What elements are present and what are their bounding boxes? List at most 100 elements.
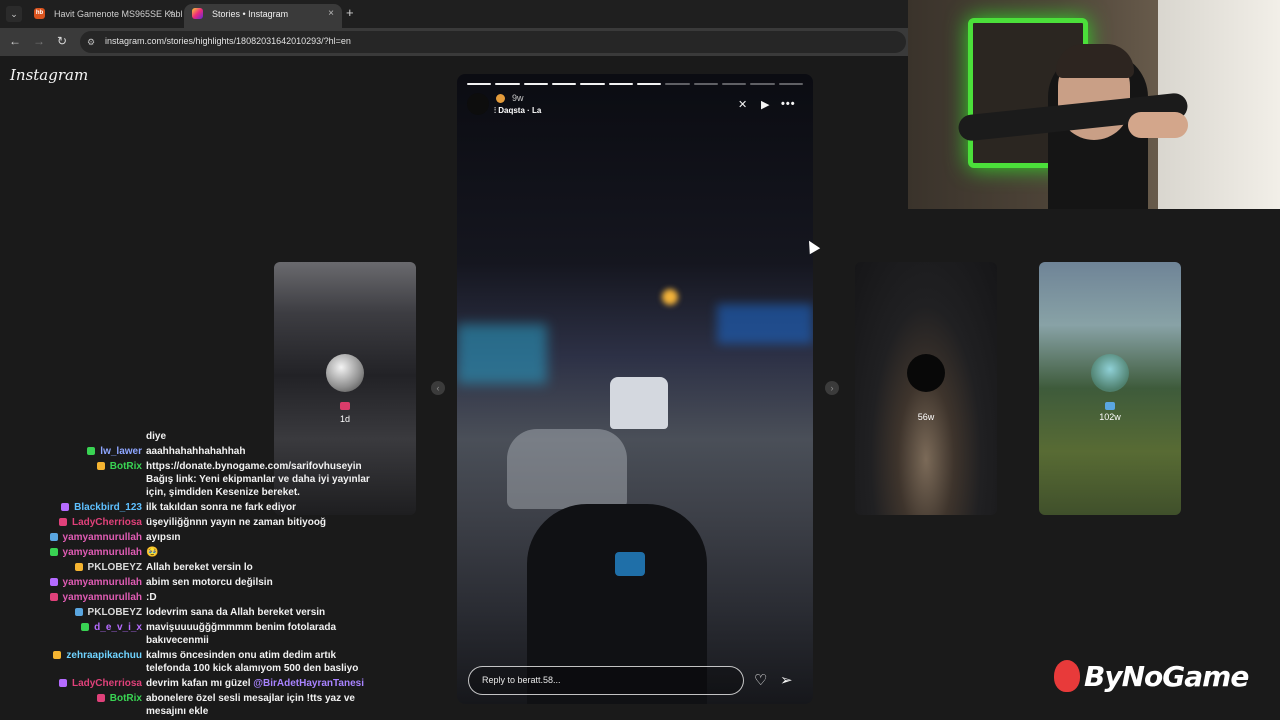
chat-text: devrim kafan mı güzel @BirAdetHayranTane… xyxy=(146,677,376,690)
next-story-chevron-icon[interactable]: › xyxy=(825,381,839,395)
story-preview-right-2[interactable]: 102w xyxy=(1039,262,1181,515)
story-progress-segment xyxy=(467,83,492,85)
chat-username[interactable]: yamyamnurullah xyxy=(63,531,142,544)
chat-text: Allah bereket versin lo xyxy=(146,561,376,574)
story-progress-segment xyxy=(551,83,577,85)
story-preview-right-1[interactable]: 56w xyxy=(855,262,997,515)
chat-username[interactable]: LadyCherriosa xyxy=(72,516,142,529)
story-emoji-icon xyxy=(496,94,505,103)
chat-text-body: aaahhahahhahahhah xyxy=(146,446,246,457)
story-preview-avatar xyxy=(907,354,945,392)
browser-toolbar: ← → ↻ ⚙ instagram.com/stories/highlights… xyxy=(0,28,910,56)
chat-mention[interactable]: @BirAdetHayranTanesi xyxy=(253,678,364,689)
instagram-logo[interactable]: Instagram xyxy=(10,66,88,84)
webcam-streamer-hand xyxy=(1128,112,1188,138)
story-time: 9w xyxy=(512,93,524,103)
chat-username[interactable]: lw_lawer xyxy=(100,445,142,458)
chat-badge-icon xyxy=(61,503,70,511)
back-arrow-icon[interactable]: ← xyxy=(9,34,21,48)
chat-badge-icon xyxy=(87,447,96,455)
chat-badge-icon xyxy=(81,623,90,631)
chat-badge-icon xyxy=(49,593,58,601)
mute-icon[interactable]: ✕ xyxy=(738,98,747,111)
address-bar[interactable]: ⚙ instagram.com/stories/highlights/18082… xyxy=(80,31,906,53)
close-icon[interactable]: × xyxy=(328,4,334,24)
story-preview-avatar xyxy=(326,354,364,392)
chat-text: ayıpsın xyxy=(146,531,376,544)
chat-text-body: abonelere özel sesli mesajlar için !tts … xyxy=(146,693,355,717)
chat-username[interactable]: BotRix xyxy=(110,692,142,705)
url-text: instagram.com/stories/highlights/1808203… xyxy=(105,36,351,46)
chat-badge-icon xyxy=(74,608,83,616)
chat-text-body: üşeyiliğğnnn yayın ne zaman bitiyooğ xyxy=(146,517,327,528)
chat-text-body: devrim kafan mı güzel xyxy=(146,678,254,689)
story-progress-segment xyxy=(750,83,775,85)
chevron-down-icon[interactable]: ⌄ xyxy=(6,6,22,22)
chat-badge-icon xyxy=(49,548,58,556)
previous-story-chevron-icon[interactable]: ‹ xyxy=(431,381,445,395)
story-image-car xyxy=(610,377,668,429)
chat-username[interactable]: Blackbird_123 xyxy=(74,501,142,514)
chat-username[interactable]: yamyamnurullah xyxy=(63,591,142,604)
chat-text-body: kalmıs öncesinden onu atim dedim artık t… xyxy=(146,650,359,674)
story-audio-label[interactable]: ⫶ Daqsta · La xyxy=(494,106,541,116)
bynogame-wordmark: ByNoGame xyxy=(1084,660,1249,693)
chat-badge-icon xyxy=(49,533,58,541)
story-image-neon xyxy=(717,304,813,344)
forward-arrow-icon[interactable]: → xyxy=(33,34,45,48)
chat-text-body: :D xyxy=(146,592,157,603)
story-preview-time: 1d xyxy=(339,414,350,424)
chat-username[interactable]: PKLOBEYZ xyxy=(88,606,142,619)
story-preview-avatar xyxy=(1091,354,1129,392)
heart-icon[interactable]: ♡ xyxy=(754,671,767,689)
chat-badge-icon xyxy=(58,518,67,526)
chat-text: :D xyxy=(146,591,376,604)
audio-wave-icon: ⫶ xyxy=(494,106,496,115)
tab-instagram[interactable]: Stories • Instagram × xyxy=(184,4,342,28)
more-options-icon[interactable]: ••• xyxy=(781,98,796,110)
bynogame-mark-icon xyxy=(1054,660,1080,692)
reload-icon[interactable]: ↻ xyxy=(57,34,67,48)
chat-badge-icon xyxy=(74,563,83,571)
chat-username[interactable]: BotRix xyxy=(110,460,142,473)
chat-text-body: Allah bereket versin lo xyxy=(146,562,253,573)
chat-text: üşeyiliğğnnn yayın ne zaman bitiyooğ xyxy=(146,516,376,529)
chat-username[interactable]: d_e_v_i_x xyxy=(94,621,142,634)
chat-text: aaahhahahhahahhah xyxy=(146,445,376,458)
send-icon[interactable]: ➢ xyxy=(780,671,793,689)
story-progress-segment xyxy=(636,83,662,85)
story-progress-bar xyxy=(467,83,803,85)
chat-text-body: https://donate.bynogame.com/sarifovhusey… xyxy=(146,461,370,498)
chat-text: mavişuuuuğğğmmmm benim fotolarada bakıve… xyxy=(146,621,376,647)
close-icon[interactable]: × xyxy=(168,4,174,24)
chat-username[interactable]: yamyamnurullah xyxy=(63,546,142,559)
story-progress-segment xyxy=(523,83,548,85)
chat-username[interactable]: yamyamnurullah xyxy=(63,576,142,589)
tab-title: Stories • Instagram xyxy=(212,9,289,19)
chat-text: lodevrim sana da Allah bereket versin xyxy=(146,606,376,619)
story-preview-time: 56w xyxy=(917,412,935,422)
chat-badge-icon xyxy=(96,694,105,702)
story-progress-segment xyxy=(665,83,690,85)
chat-username[interactable]: zehraapikachuu xyxy=(66,649,142,662)
tab-havit[interactable]: hb Havit Gamenote MS965SE Kabl × xyxy=(26,4,182,28)
play-icon[interactable]: ▶ xyxy=(761,98,769,111)
screen: ⌄ hb Havit Gamenote MS965SE Kabl × Stori… xyxy=(0,0,1280,720)
chat-username[interactable]: PKLOBEYZ xyxy=(88,561,142,574)
story-progress-segment xyxy=(693,83,718,85)
webcam-streamer-hair xyxy=(1056,44,1134,78)
story-owner-icon xyxy=(340,402,350,410)
story-progress-segment xyxy=(580,83,605,85)
story-progress-segment xyxy=(495,83,520,85)
story-reply-input[interactable]: Reply to beratt.58... xyxy=(468,666,744,695)
story-viewer[interactable]: 9w ⫶ Daqsta · La ✕ ▶ ••• Reply to beratt… xyxy=(457,74,813,704)
stream-chat-overlay: diye lw_lawer aaahhahahhahahhah BotRix https… xyxy=(0,430,380,720)
story-image-neon xyxy=(457,324,547,384)
site-info-icon[interactable]: ⚙ xyxy=(87,36,99,48)
story-owner-icon xyxy=(1105,402,1115,410)
webcam-feed xyxy=(908,0,1280,209)
chat-username[interactable]: LadyCherriosa xyxy=(72,677,142,690)
new-tab-button[interactable]: + xyxy=(346,5,354,20)
story-image-lamp xyxy=(662,289,678,305)
story-author-avatar[interactable] xyxy=(467,93,489,115)
